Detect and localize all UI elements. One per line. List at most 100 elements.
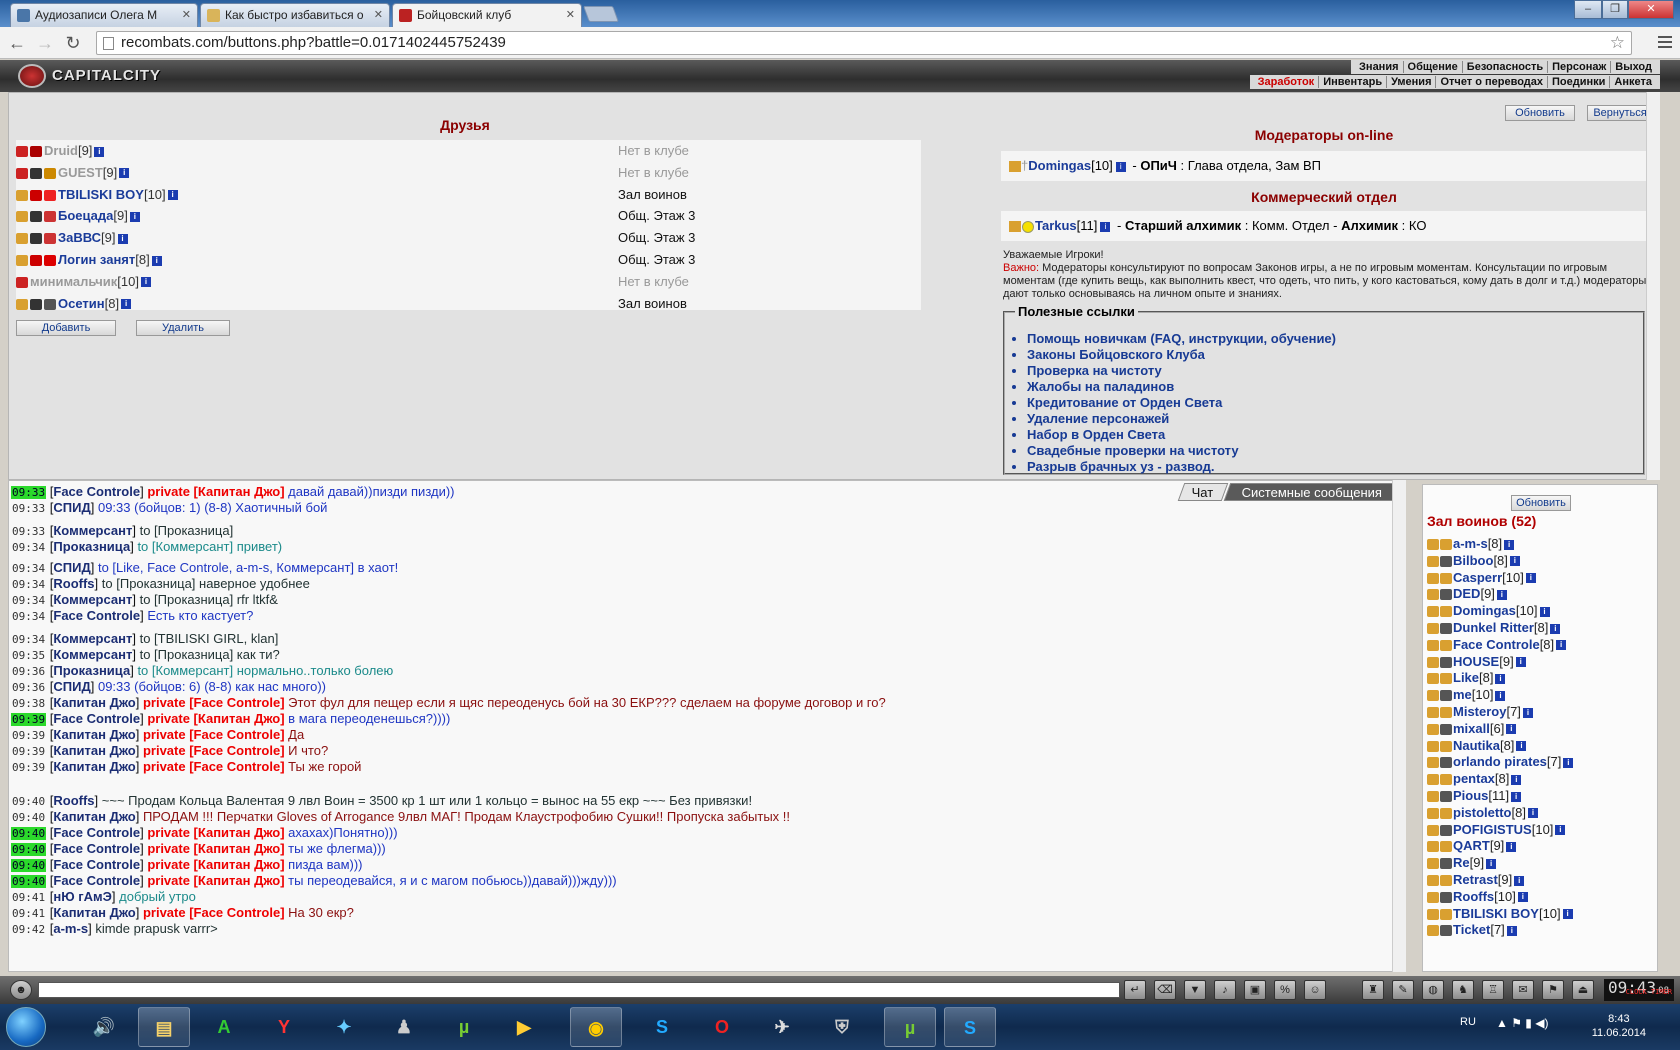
message-nick[interactable]: [Коммерсант] (50, 647, 136, 662)
info-icon[interactable]: i (121, 299, 132, 310)
message-nick[interactable]: [нЮ гАмЭ] (50, 889, 116, 904)
private-target[interactable]: private [Капитан Джо] (147, 825, 284, 840)
friend-name[interactable]: Логин занят (58, 252, 135, 267)
map-icon[interactable]: ◍ (1422, 980, 1444, 1000)
menu-exit[interactable]: Выход (1610, 61, 1656, 73)
tab-system-messages[interactable]: Системные сообщения (1223, 483, 1401, 501)
user-name[interactable]: Misteroy (1453, 704, 1506, 719)
submenu-skills[interactable]: Умения (1386, 76, 1436, 88)
plane-app-icon[interactable]: ✈ (756, 1007, 808, 1047)
close-tab-icon[interactable]: ✕ (374, 4, 383, 26)
info-icon[interactable]: i (140, 277, 151, 288)
smiles-icon[interactable]: ☻ (10, 980, 32, 1000)
user-name[interactable]: orlando pirates (1453, 754, 1547, 769)
info-icon[interactable]: i (1525, 573, 1536, 584)
link-item[interactable]: Свадебные проверки на чистоту (1027, 443, 1633, 459)
menu-character[interactable]: Персонаж (1547, 61, 1611, 73)
clear-icon[interactable]: ⌫ (1154, 980, 1176, 1000)
private-target[interactable]: private [Face Controle] (143, 727, 285, 742)
volume-app-icon[interactable]: 🔊 (78, 1007, 130, 1047)
message-nick[interactable]: [СПИД] (50, 500, 95, 515)
info-icon[interactable]: i (1515, 657, 1526, 668)
user-name[interactable]: pentax (1453, 771, 1495, 786)
user-name[interactable]: Rooffs (1453, 889, 1494, 904)
user-name[interactable]: Nautika (1453, 738, 1500, 753)
add-friend-button[interactable]: Добавить (16, 320, 116, 336)
info-icon[interactable]: i (1495, 690, 1506, 701)
submenu-transfers[interactable]: Отчет о переводах (1435, 76, 1548, 88)
message-nick[interactable]: [Коммерсант] (50, 523, 136, 538)
private-target[interactable]: private [Капитан Джо] (147, 873, 284, 888)
info-icon[interactable]: i (1555, 825, 1566, 836)
user-name[interactable]: QART (1453, 838, 1490, 853)
submenu-fights[interactable]: Поединки (1547, 76, 1610, 88)
tab-chat[interactable]: Чат (1177, 483, 1229, 501)
message-nick[interactable]: [Проказница] (50, 539, 134, 554)
info-icon[interactable]: i (1504, 539, 1515, 550)
back-arrow-icon[interactable]: ← (6, 32, 28, 54)
filter-icon[interactable]: ▼ (1184, 980, 1206, 1000)
link-item[interactable]: Набор в Орден Света (1027, 427, 1633, 443)
user-name[interactable]: Bilboo (1453, 553, 1493, 568)
back-button[interactable]: Вернуться (1587, 105, 1653, 121)
close-tab-icon[interactable]: ✕ (182, 4, 191, 26)
message-nick[interactable]: [Rooffs] (50, 576, 98, 591)
user-name[interactable]: POFIGISTUS (1453, 822, 1532, 837)
message-nick[interactable]: [Face Controle] (50, 608, 144, 623)
submenu-inventory[interactable]: Инвентарь (1318, 76, 1387, 88)
message-nick[interactable]: [Капитан Джо] (50, 695, 140, 710)
message-nick[interactable]: [Face Controle] (50, 484, 144, 499)
message-nick[interactable]: [Rooffs] (50, 793, 98, 808)
friend-name[interactable]: ЗаВВС (58, 230, 101, 245)
friend-name[interactable]: Боецада (58, 208, 113, 223)
browser-tab-3[interactable]: Бойцовский клуб ✕ (392, 3, 582, 28)
user-name[interactable]: Pious (1453, 788, 1488, 803)
message-nick[interactable]: [СПИД] (50, 560, 95, 575)
friend-name[interactable]: TBILISKI BOY (58, 187, 144, 202)
chat-input[interactable] (38, 982, 1120, 998)
info-icon[interactable]: i (1514, 875, 1525, 886)
exit-icon[interactable]: ⏏ (1572, 980, 1594, 1000)
system-clock[interactable]: 8:43 11.06.2014 (1592, 1012, 1646, 1040)
message-nick[interactable]: [Капитан Джо] (50, 743, 140, 758)
media-app-icon[interactable]: ▶ (498, 1007, 550, 1047)
smile-icon[interactable]: ☺ (1304, 980, 1326, 1000)
user-name[interactable]: TBILISKI BOY (1453, 906, 1539, 921)
user-name[interactable]: Domingas (1453, 603, 1516, 618)
chat-scrollbar[interactable] (1392, 480, 1406, 972)
skype-open-icon[interactable]: S (944, 1007, 996, 1047)
explorer-icon[interactable]: ▤ (138, 1007, 190, 1047)
message-nick[interactable]: [Капитан Джо] (50, 759, 140, 774)
info-icon[interactable]: i (1506, 841, 1517, 852)
user-name[interactable]: me (1453, 687, 1472, 702)
submenu-profile[interactable]: Анкета (1609, 76, 1656, 88)
new-tab-button[interactable] (583, 6, 619, 22)
info-icon[interactable]: i (1563, 757, 1574, 768)
link-item[interactable]: Жалобы на паладинов (1027, 379, 1633, 395)
info-icon[interactable]: i (1550, 623, 1561, 634)
info-icon[interactable]: i (1527, 808, 1538, 819)
private-target[interactable]: private [Капитан Джо] (147, 711, 284, 726)
message-nick[interactable]: [Коммерсант] (50, 592, 136, 607)
message-nick[interactable]: [Face Controle] (50, 825, 144, 840)
link-item[interactable]: Проверка на чистоту (1027, 363, 1633, 379)
link-item[interactable]: Законы Бойцовского Клуба (1027, 347, 1633, 363)
message-nick[interactable]: [Face Controle] (50, 841, 144, 856)
browser-tab-1[interactable]: Аудиозаписи Олега М ✕ (10, 3, 198, 27)
message-nick[interactable]: [Проказница] (50, 663, 134, 678)
submenu-earnings[interactable]: Заработок (1254, 76, 1319, 88)
menu-icon[interactable] (1658, 35, 1672, 49)
info-icon[interactable]: i (1539, 606, 1550, 617)
info-icon[interactable]: i (117, 233, 128, 244)
friend-name[interactable]: GUEST (58, 165, 103, 180)
utorrent-icon[interactable]: µ (438, 1007, 490, 1047)
user-name[interactable]: Casperr (1453, 570, 1502, 585)
message-nick[interactable]: [Капитан Джо] (50, 905, 140, 920)
remove-friend-button[interactable]: Удалить (136, 320, 230, 336)
info-icon[interactable]: i (1511, 791, 1522, 802)
message-nick[interactable]: [Face Controle] (50, 711, 144, 726)
save-icon[interactable]: ▣ (1244, 980, 1266, 1000)
minimize-button[interactable]: – (1574, 0, 1602, 19)
message-nick[interactable]: [Капитан Джо] (50, 727, 140, 742)
user-name[interactable]: Ticket (1453, 922, 1490, 937)
